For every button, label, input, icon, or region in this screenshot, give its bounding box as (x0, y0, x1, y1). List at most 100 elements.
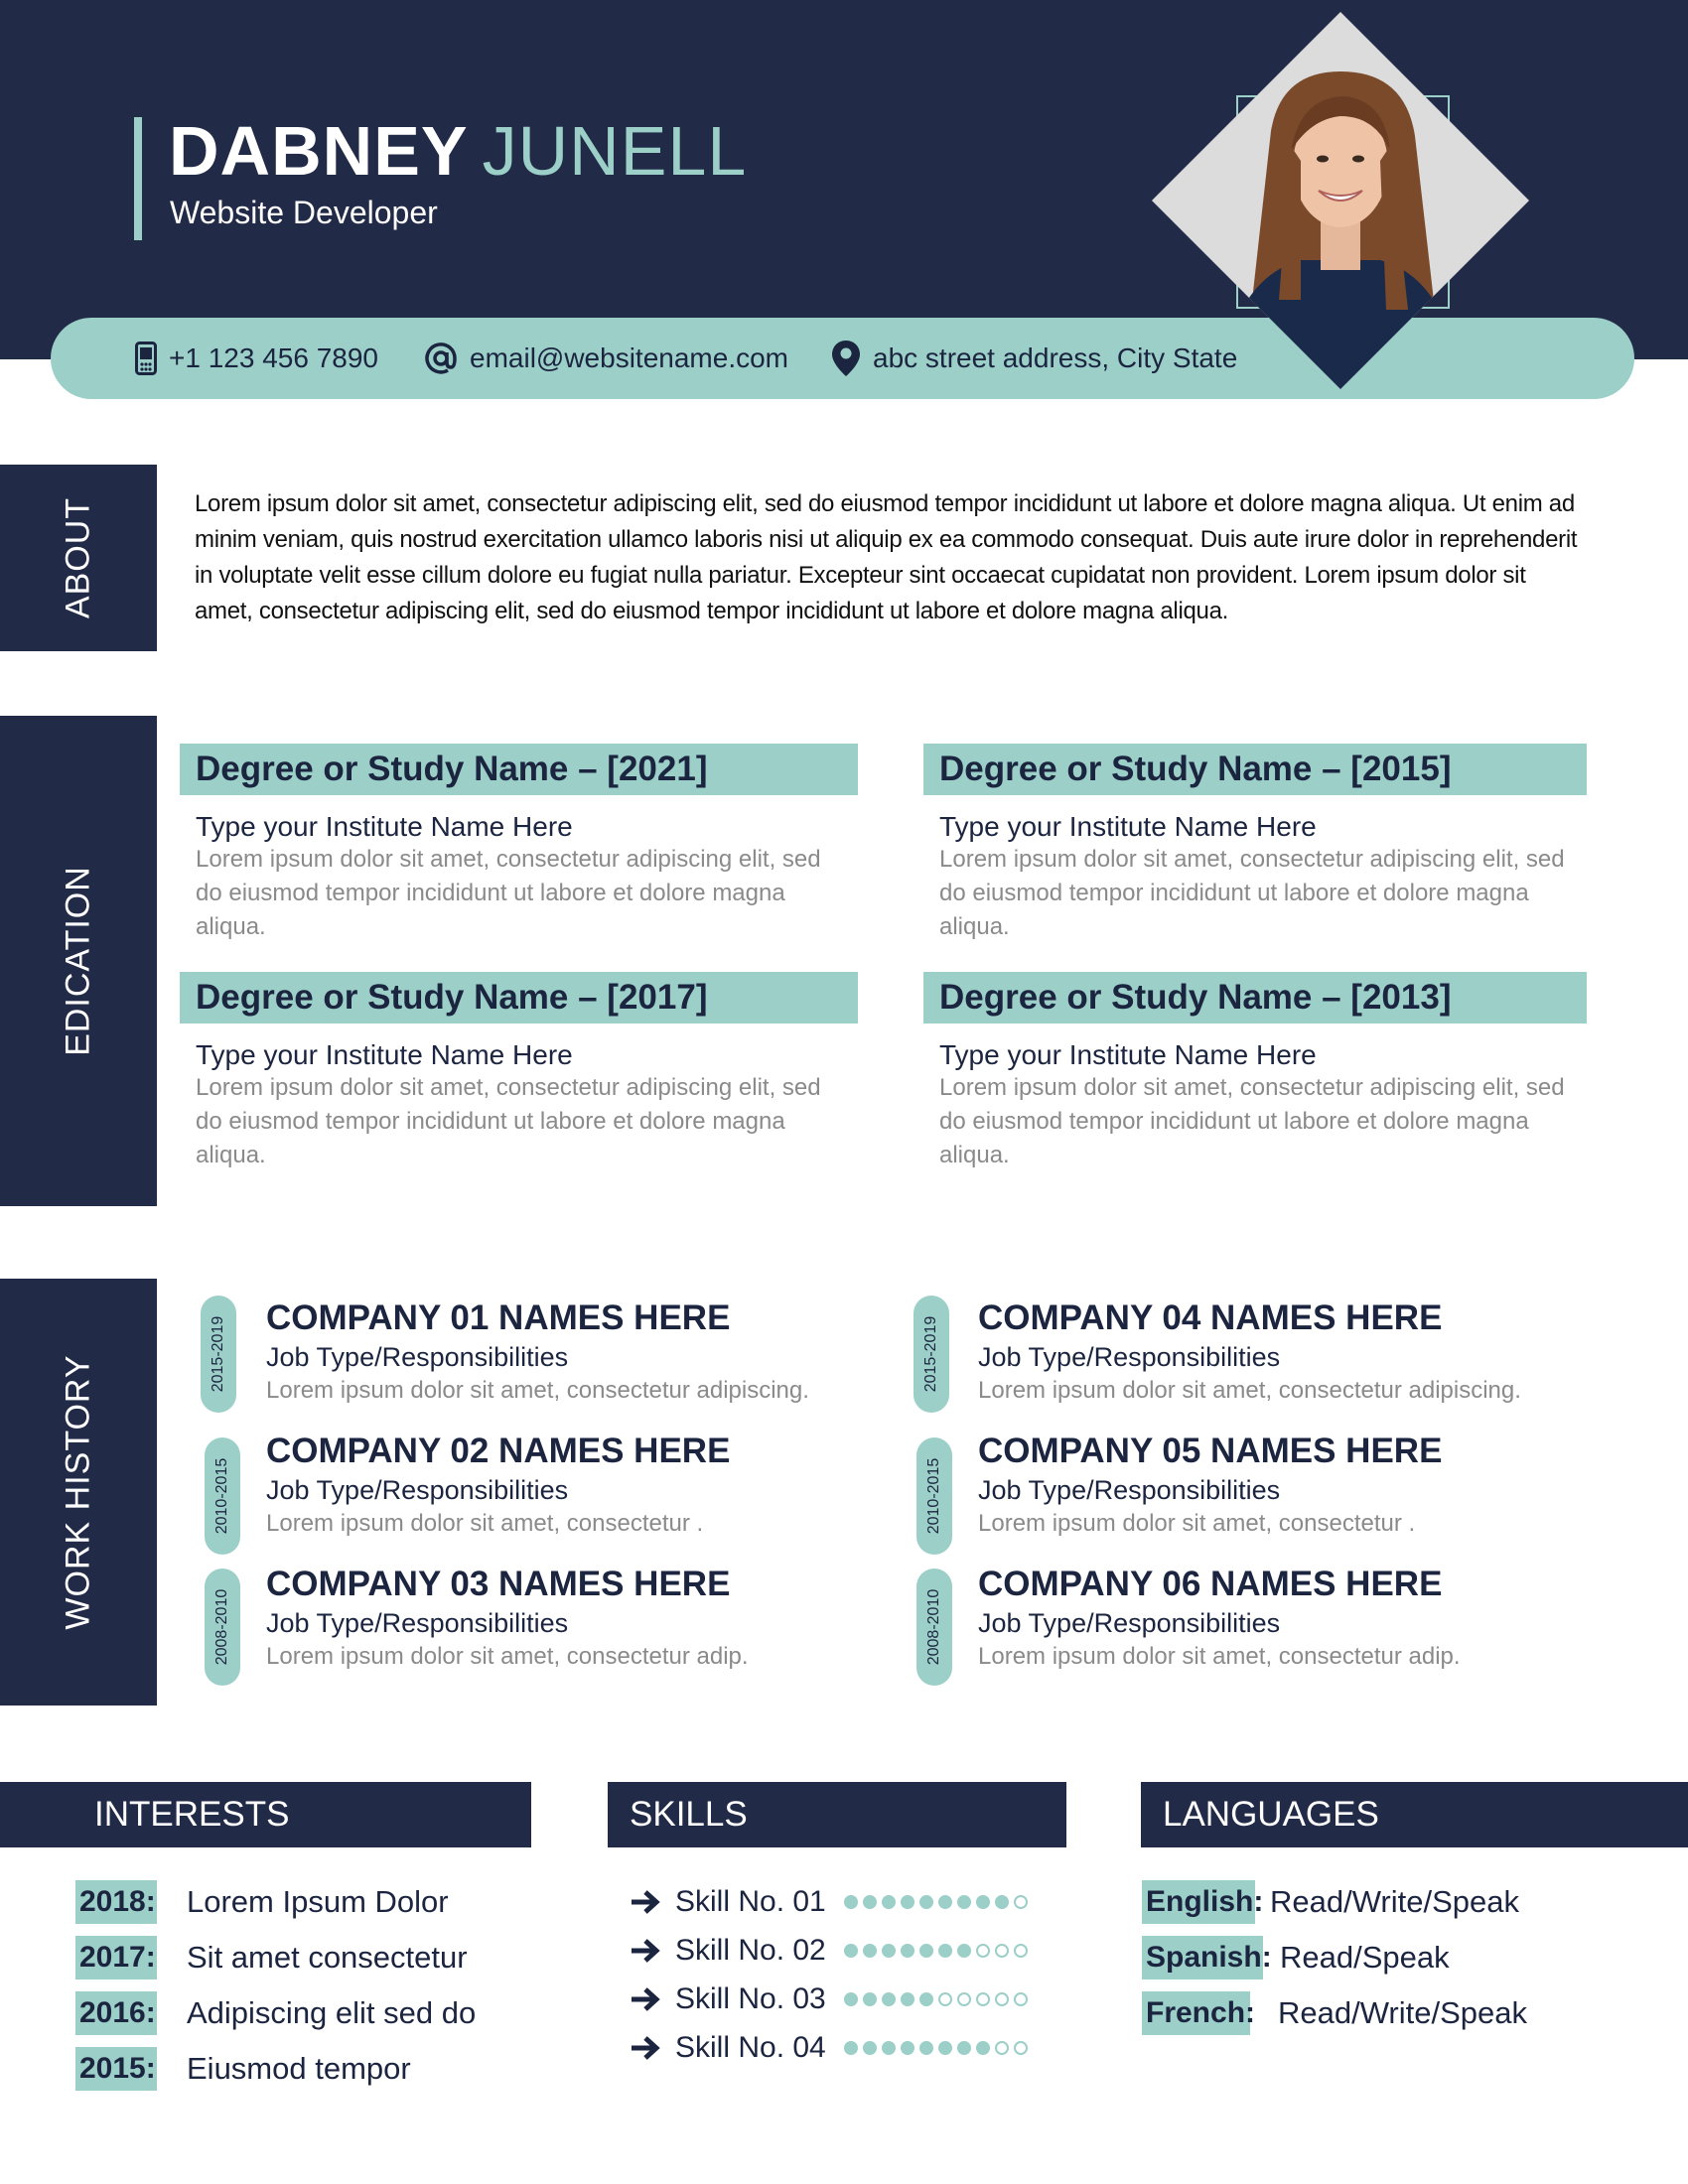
job-dates: 2008-2010 (213, 1588, 230, 1666)
interest-text: Sit amet consectetur (187, 1940, 468, 1975)
degree-title: Degree or Study Name – [2017] (180, 972, 858, 1024)
skill-name: Skill No. 03 (675, 1982, 826, 2015)
rating-dot-filled (976, 1895, 990, 1909)
work-history-heading: WORK HISTORY (59, 1354, 97, 1630)
full-name: DABNEY JUNELL (169, 109, 747, 193)
rating-dot-filled (901, 2041, 914, 2055)
rating-dot-empty (1014, 1944, 1028, 1958)
rating-dot-empty (976, 1944, 990, 1958)
job-dates: 2015-2019 (210, 1315, 226, 1393)
profile-photo (1152, 12, 1529, 389)
job-desc: Lorem ipsum dolor sit amet, consectetur … (978, 1510, 1416, 1537)
job-desc: Lorem ipsum dolor sit amet, consectetur … (266, 1643, 749, 1670)
job-type: Job Type/Responsibilities (266, 1475, 569, 1505)
job-dates: 2010-2015 (213, 1457, 230, 1535)
education-desc: Lorem ipsum dolor sit amet, consectetur … (939, 1074, 1565, 1168)
skill-item: Skill No. 04 (630, 2028, 1028, 2068)
arrow-right-icon (632, 1987, 660, 2011)
language-item: Spanish: Read/Speak (1142, 1936, 1527, 1979)
rating-dot-filled (901, 1895, 914, 1909)
language-item: English: Read/Write/Speak (1142, 1880, 1527, 1924)
interest-item: 2016: Adipiscing elit sed do (75, 1991, 476, 2035)
at-icon (425, 342, 457, 374)
rating-dot-empty (1014, 1895, 1028, 1909)
rating-dot-filled (957, 1895, 971, 1909)
date-pill: 2015-2019 (201, 1296, 236, 1413)
degree-title: Degree or Study Name – [2021] (180, 744, 858, 795)
interest-year: 2015: (75, 2047, 157, 2091)
degree-title: Degree or Study Name – [2015] (923, 744, 1587, 795)
date-pill: 2015-2019 (914, 1296, 949, 1413)
rating-dot-empty (938, 1992, 952, 2006)
job-desc: Lorem ipsum dolor sit amet, consectetur … (978, 1643, 1461, 1670)
interests-heading: INTERESTS (0, 1782, 531, 1847)
phone-text: +1 123 456 7890 (169, 342, 378, 373)
language-level: Read/Write/Speak (1270, 1884, 1519, 1919)
rating-dot-empty (995, 1944, 1009, 1958)
rating-dot-filled (844, 1992, 858, 2006)
rating-dot-filled (863, 1992, 877, 2006)
skills-list: Skill No. 01 Skill No. 02 Skill No. 03 Skil… (630, 1882, 1028, 2077)
date-pill: 2008-2010 (205, 1569, 240, 1686)
rating-dot-filled (882, 2041, 896, 2055)
skill-name: Skill No. 02 (675, 1934, 826, 1967)
contact-phone: +1 123 456 7890 (135, 318, 378, 399)
skill-item: Skill No. 01 (630, 1882, 1028, 1922)
company-name: COMPANY 01 NAMES HERE (266, 1298, 731, 1337)
education-heading: EDICATION (59, 866, 97, 1056)
location-pin-icon (832, 341, 860, 376)
rating-dot-empty (957, 1992, 971, 2006)
job-desc: Lorem ipsum dolor sit amet, consectetur … (266, 1377, 809, 1404)
interest-text: Adipiscing elit sed do (187, 1995, 477, 2030)
rating-dot-empty (1014, 1992, 1028, 2006)
job-desc: Lorem ipsum dolor sit amet, consectetur … (266, 1510, 704, 1537)
about-label: ABOUT (0, 465, 157, 651)
language-name: Spanish: (1142, 1936, 1272, 1979)
company-name: COMPANY 05 NAMES HERE (978, 1432, 1443, 1470)
rating-dot-filled (844, 1895, 858, 1909)
rating-dot-filled (882, 1895, 896, 1909)
rating-dot-filled (882, 1944, 896, 1958)
job-dates: 2008-2010 (925, 1588, 942, 1666)
company-name: COMPANY 03 NAMES HERE (266, 1565, 731, 1603)
education-desc: Lorem ipsum dolor sit amet, consectetur … (939, 846, 1565, 940)
institute-name: Type your Institute Name Here (939, 1039, 1317, 1070)
skill-rating (844, 1944, 1028, 1958)
email-text: email@websitename.com (470, 342, 788, 373)
job-type: Job Type/Responsibilities (978, 1342, 1281, 1372)
rating-dot-filled (901, 1992, 914, 2006)
interests-list: 2018: Lorem Ipsum Dolor 2017: Sit amet c… (75, 1880, 476, 2103)
job-entry: COMPANY 02 NAMES HERE Job Type/Responsib… (266, 1432, 730, 1538)
job-title: Website Developer (170, 195, 438, 230)
job-entry: COMPANY 06 NAMES HERE Job Type/Responsib… (978, 1565, 1461, 1671)
rating-dot-filled (938, 2041, 952, 2055)
job-entry: COMPANY 05 NAMES HERE Job Type/Responsib… (978, 1432, 1442, 1538)
interest-year: 2017: (75, 1936, 157, 1979)
date-pill: 2010-2015 (205, 1437, 240, 1555)
arrow-right-icon (632, 1890, 660, 1914)
work-history-label: WORK HISTORY (0, 1279, 157, 1706)
rating-dot-filled (995, 1895, 1009, 1909)
interest-item: 2018: Lorem Ipsum Dolor (75, 1880, 476, 1924)
rating-dot-filled (882, 1992, 896, 2006)
interest-year: 2016: (75, 1991, 157, 2035)
first-name: DABNEY (169, 112, 469, 190)
last-name: JUNELL (482, 112, 748, 190)
rating-dot-filled (976, 2041, 990, 2055)
job-dates: 2010-2015 (925, 1457, 942, 1535)
job-entry: COMPANY 01 NAMES HERE Job Type/Responsib… (266, 1298, 809, 1405)
rating-dot-filled (957, 1944, 971, 1958)
skill-name: Skill No. 04 (675, 2031, 826, 2064)
interest-text: Eiusmod tempor (187, 2051, 411, 2086)
education-desc: Lorem ipsum dolor sit amet, consectetur … (196, 846, 821, 940)
skill-rating (844, 2041, 1028, 2055)
languages-heading: LANGUAGES (1141, 1782, 1688, 1847)
job-dates: 2015-2019 (922, 1315, 939, 1393)
arrow-right-icon (632, 1939, 660, 1963)
rating-dot-filled (919, 1895, 933, 1909)
interest-year: 2018: (75, 1880, 157, 1924)
interest-text: Lorem Ipsum Dolor (187, 1884, 449, 1919)
skill-item: Skill No. 03 (630, 1979, 1028, 2019)
company-name: COMPANY 02 NAMES HERE (266, 1432, 731, 1470)
education-desc: Lorem ipsum dolor sit amet, consectetur … (196, 1074, 821, 1168)
